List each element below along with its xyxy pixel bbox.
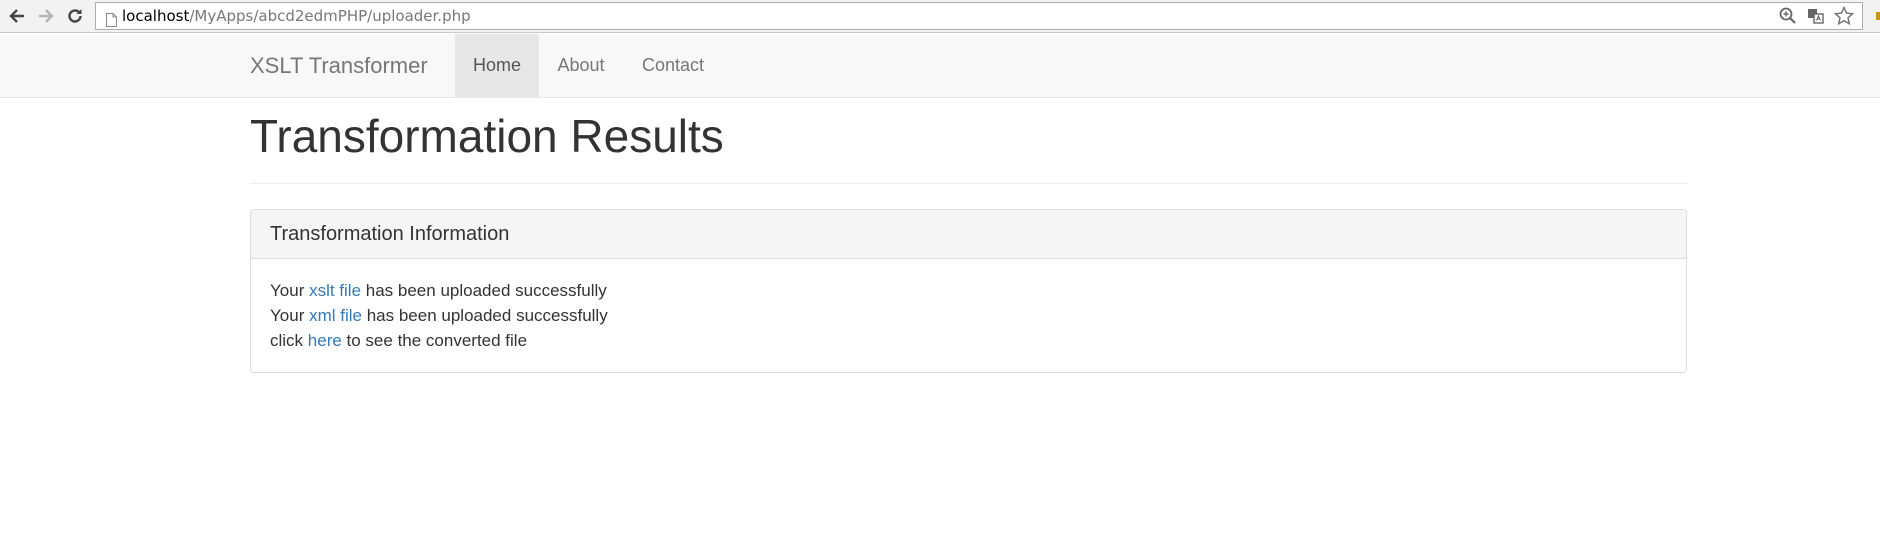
url-path: /MyApps/abcd2edmPHP/uploader.php: [189, 7, 471, 25]
info-panel: Transformation Information Your xslt fil…: [250, 209, 1687, 373]
line-suffix: to see the converted file: [341, 331, 528, 350]
brand-link[interactable]: XSLT Transformer: [250, 34, 428, 97]
header-divider: [250, 183, 1687, 184]
line-prefix: click: [270, 331, 308, 350]
page-title: Transformation Results: [250, 110, 724, 162]
line-suffix: has been uploaded successfully: [361, 306, 608, 325]
xslt-upload-line: Your xslt file has been uploaded success…: [270, 278, 1667, 303]
page-icon: [106, 9, 117, 29]
reload-icon[interactable]: [64, 5, 86, 27]
address-bar[interactable]: localhost/MyApps/abcd2edmPHP/uploader.ph…: [95, 2, 1863, 30]
zoom-icon[interactable]: [1778, 6, 1798, 26]
converted-file-line: click here to see the converted file: [270, 328, 1667, 353]
extension-icon[interactable]: [1876, 12, 1880, 20]
xml-upload-line: Your xml file has been uploaded successf…: [270, 303, 1667, 328]
forward-arrow-icon[interactable]: [35, 5, 57, 27]
nav-home[interactable]: Home: [455, 34, 539, 97]
xslt-file-link[interactable]: xslt file: [309, 281, 361, 300]
line-prefix: Your: [270, 281, 310, 300]
navbar: XSLT Transformer Home About Contact: [0, 34, 1880, 98]
line-suffix: has been uploaded successfully: [361, 281, 607, 300]
translate-icon[interactable]: [1806, 6, 1826, 26]
nav-contact[interactable]: Contact: [623, 34, 723, 97]
line-prefix: Your: [270, 306, 310, 325]
converted-file-link[interactable]: here: [308, 331, 342, 350]
panel-heading: Transformation Information: [251, 210, 1686, 259]
back-arrow-icon[interactable]: [6, 5, 28, 27]
url-text: localhost/MyApps/abcd2edmPHP/uploader.ph…: [122, 3, 471, 29]
xml-file-link[interactable]: xml file: [309, 306, 362, 325]
nav-about[interactable]: About: [540, 34, 622, 97]
panel-body: Your xslt file has been uploaded success…: [251, 259, 1686, 353]
browser-toolbar: localhost/MyApps/abcd2edmPHP/uploader.ph…: [0, 0, 1880, 33]
url-host: localhost: [122, 7, 190, 25]
star-icon[interactable]: [1833, 5, 1855, 26]
